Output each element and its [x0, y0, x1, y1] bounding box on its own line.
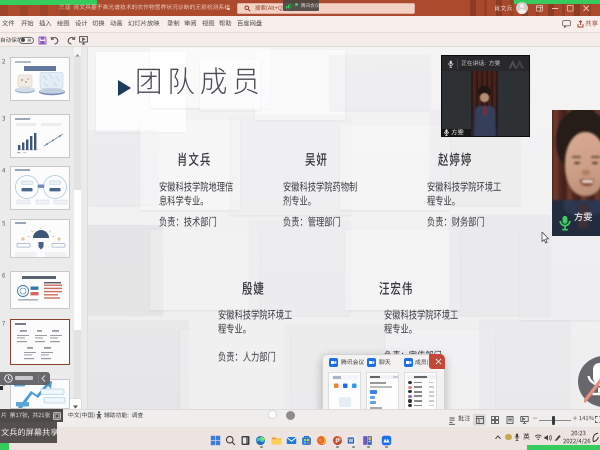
svg-text:P: P	[335, 437, 339, 444]
svg-text:W: W	[348, 438, 353, 444]
